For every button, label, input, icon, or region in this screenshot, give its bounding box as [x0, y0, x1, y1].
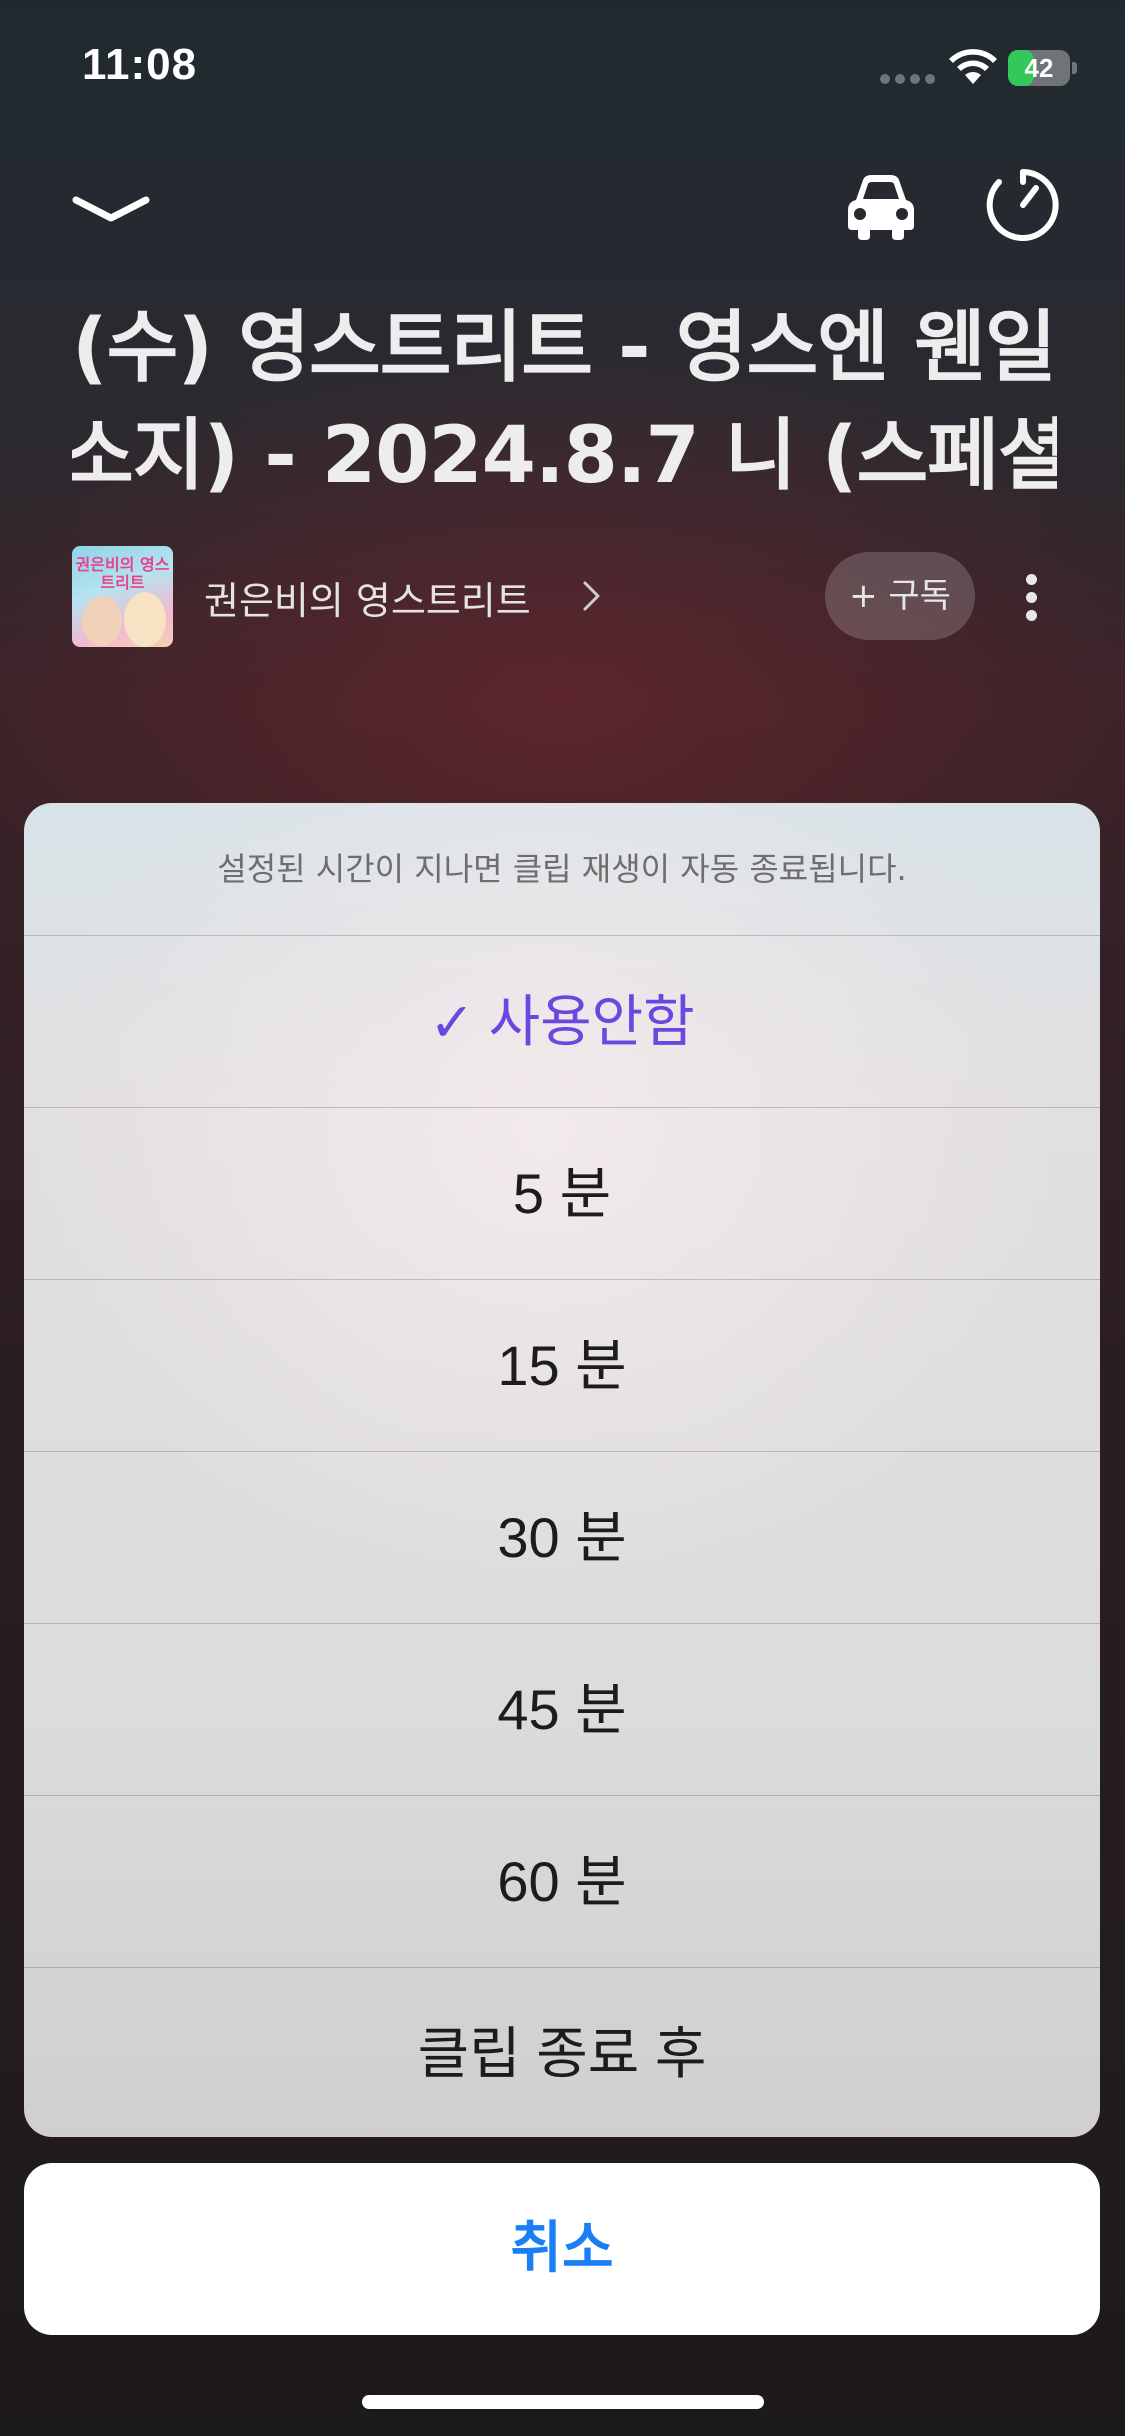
chevron-right-icon[interactable] — [580, 578, 604, 614]
cellular-signal-icon — [880, 74, 936, 84]
player-top-bar — [0, 150, 1125, 260]
cancel-button[interactable]: 취소 — [24, 2163, 1100, 2335]
cancel-label: 취소 — [510, 2216, 614, 2281]
timer-icon[interactable] — [978, 160, 1068, 250]
option-label: 60 분 — [497, 1850, 627, 1913]
option-label: 45 분 — [497, 1678, 627, 1741]
more-options-icon[interactable] — [1010, 570, 1054, 626]
option-label: 5 분 — [512, 1162, 612, 1225]
channel-row: 권은비의 영스트리트 권은비의 영스트리트 + 구독 — [0, 540, 1125, 650]
episode-title-line1: (수) 영스트리트 - 영스엔 웬일이 — [72, 303, 1057, 393]
checkmark-icon: ✓ — [429, 993, 475, 1053]
option-15-min[interactable]: 15 분 — [24, 1279, 1100, 1452]
chevron-down-icon[interactable] — [66, 160, 156, 250]
home-indicator[interactable] — [362, 2395, 764, 2409]
option-5-min[interactable]: 5 분 — [24, 1107, 1100, 1280]
episode-title-line2: 소지) - 2024.8.7 니 (스페셜 DJ 박기 — [72, 411, 1057, 495]
option-label: ✓ 사용안함 — [24, 936, 1100, 1108]
option-30-min[interactable]: 30 분 — [24, 1451, 1100, 1624]
option-after-clip-ends[interactable]: 클립 종료 후 — [24, 1967, 1100, 2137]
subscribe-label: + 구독 — [849, 576, 951, 616]
thumbnail-logo-text: 권은비의 영스트리트 — [75, 555, 170, 592]
status-bar: 11:08 42 — [0, 0, 1125, 135]
option-45-min[interactable]: 45 분 — [24, 1623, 1100, 1796]
subscribe-button[interactable]: + 구독 — [825, 552, 975, 640]
sleep-timer-action-sheet: 설정된 시간이 지나면 클립 재생이 자동 종료됩니다. ✓ 사용안함 5 분 1… — [24, 803, 1100, 2137]
battery-icon: 42 — [1008, 50, 1070, 86]
episode-title: (수) 영스트리트 - 영스엔 웬일이 소지) - 2024.8.7 니 (스페… — [72, 285, 1057, 495]
battery-percentage: 42 — [1024, 53, 1054, 83]
wifi-icon — [949, 49, 997, 84]
car-icon[interactable] — [836, 160, 926, 250]
option-60-min[interactable]: 60 분 — [24, 1795, 1100, 1968]
battery-cap — [1072, 62, 1077, 74]
option-off[interactable]: ✓ 사용안함 — [24, 935, 1100, 1108]
option-off-label: 사용안함 — [488, 990, 695, 1053]
thumbnail-figure-right — [124, 592, 166, 647]
option-label: 30 분 — [497, 1506, 627, 1569]
option-label: 클립 종료 후 — [417, 2022, 707, 2085]
option-label: 15 분 — [497, 1334, 627, 1397]
status-time: 11:08 — [82, 40, 198, 89]
channel-name[interactable]: 권은비의 영스트리트 — [204, 570, 531, 625]
channel-thumbnail[interactable]: 권은비의 영스트리트 — [72, 546, 173, 647]
thumbnail-figure-left — [82, 596, 122, 646]
sheet-message: 설정된 시간이 지나면 클립 재생이 자동 종료됩니다. — [217, 850, 907, 888]
